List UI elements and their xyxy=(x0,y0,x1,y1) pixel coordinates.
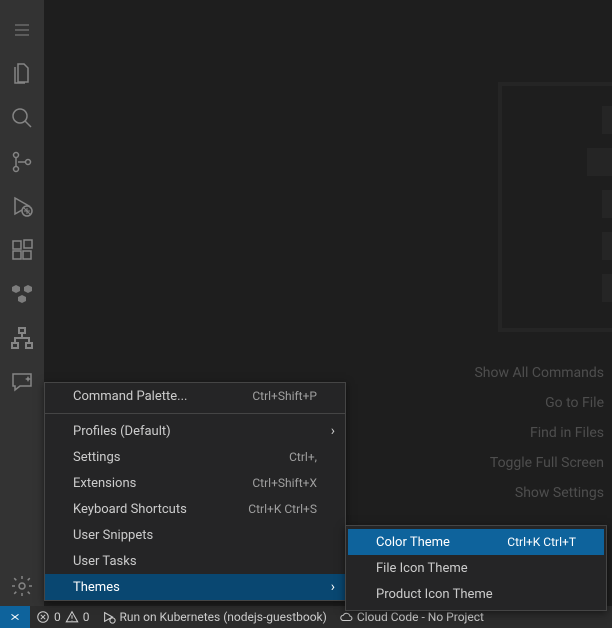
menu-label: Keyboard Shortcuts xyxy=(73,502,187,517)
hexagon-icon[interactable] xyxy=(0,272,44,316)
chevron-right-icon: › xyxy=(331,579,335,595)
menu-label: User Snippets xyxy=(73,528,153,543)
status-cloud-code-label: Cloud Code - No Project xyxy=(357,610,484,624)
tree-icon[interactable] xyxy=(0,316,44,360)
activity-bar xyxy=(0,0,44,608)
status-warning-count: 0 xyxy=(83,610,90,624)
menu-extensions[interactable]: Extensions Ctrl+Shift+X xyxy=(45,470,345,496)
status-run-kubernetes-label: Run on Kubernetes (nodejs-guestbook) xyxy=(120,610,327,624)
source-control-icon[interactable] xyxy=(0,140,44,184)
menu-label: Color Theme xyxy=(376,535,450,550)
menu-shortcut: Ctrl+K Ctrl+T xyxy=(507,535,576,549)
gear-icon[interactable] xyxy=(0,564,44,608)
menu-label: Profiles (Default) xyxy=(73,424,171,439)
welcome-show-settings: Show Settings xyxy=(515,485,604,501)
menu-keyboard-shortcuts[interactable]: Keyboard Shortcuts Ctrl+K Ctrl+S xyxy=(45,496,345,522)
menu-label: Themes xyxy=(73,580,120,595)
menu-label: Extensions xyxy=(73,476,136,491)
debug-alt-icon xyxy=(102,610,116,624)
status-run-kubernetes[interactable]: Run on Kubernetes (nodejs-guestbook) xyxy=(96,606,333,628)
submenu-file-icon-theme[interactable]: File Icon Theme xyxy=(348,555,604,581)
menu-shortcut: Ctrl+Shift+X xyxy=(252,476,317,490)
run-debug-icon[interactable] xyxy=(0,184,44,228)
menu-settings[interactable]: Settings Ctrl+, xyxy=(45,444,345,470)
chat-sparkle-icon[interactable] xyxy=(0,360,44,404)
manage-context-menu: Command Palette... Ctrl+Shift+P Profiles… xyxy=(44,382,346,601)
menu-shortcut: Ctrl+, xyxy=(289,450,317,464)
menu-user-tasks[interactable]: User Tasks xyxy=(45,548,345,574)
menu-profiles[interactable]: Profiles (Default) › xyxy=(45,418,345,444)
menu-user-snippets[interactable]: User Snippets xyxy=(45,522,345,548)
menu-label: Settings xyxy=(73,450,120,465)
vscode-watermark-logo xyxy=(498,82,612,332)
remote-window-button[interactable] xyxy=(0,606,30,628)
error-icon xyxy=(36,610,50,624)
welcome-show-all-commands: Show All Commands xyxy=(474,365,604,381)
menu-separator xyxy=(45,413,345,414)
menu-command-palette[interactable]: Command Palette... Ctrl+Shift+P xyxy=(45,383,345,409)
menu-shortcut: Ctrl+K Ctrl+S xyxy=(248,502,317,516)
extensions-icon[interactable] xyxy=(0,228,44,272)
search-icon[interactable] xyxy=(0,96,44,140)
cloud-icon xyxy=(339,610,353,624)
warning-icon xyxy=(65,610,79,624)
menu-shortcut: Ctrl+Shift+P xyxy=(252,389,317,403)
menu-icon[interactable] xyxy=(0,8,44,52)
submenu-product-icon-theme[interactable]: Product Icon Theme xyxy=(348,581,604,607)
menu-label: User Tasks xyxy=(73,554,137,569)
menu-label: Product Icon Theme xyxy=(376,587,493,602)
welcome-go-to-file: Go to File xyxy=(545,395,604,411)
themes-submenu: Color Theme Ctrl+K Ctrl+T File Icon Them… xyxy=(345,525,607,611)
status-problems[interactable]: 0 0 xyxy=(30,606,96,628)
menu-label: File Icon Theme xyxy=(376,561,468,576)
menu-label: Command Palette... xyxy=(73,389,187,404)
welcome-toggle-full-screen: Toggle Full Screen xyxy=(490,455,604,471)
chevron-right-icon: › xyxy=(331,423,335,439)
welcome-shortcuts-list: Show All Commands Go to File Find in Fil… xyxy=(474,365,604,501)
menu-themes[interactable]: Themes › xyxy=(45,574,345,600)
welcome-find-in-files: Find in Files xyxy=(530,425,604,441)
explorer-icon[interactable] xyxy=(0,52,44,96)
submenu-color-theme[interactable]: Color Theme Ctrl+K Ctrl+T xyxy=(348,529,604,555)
status-error-count: 0 xyxy=(54,610,61,624)
